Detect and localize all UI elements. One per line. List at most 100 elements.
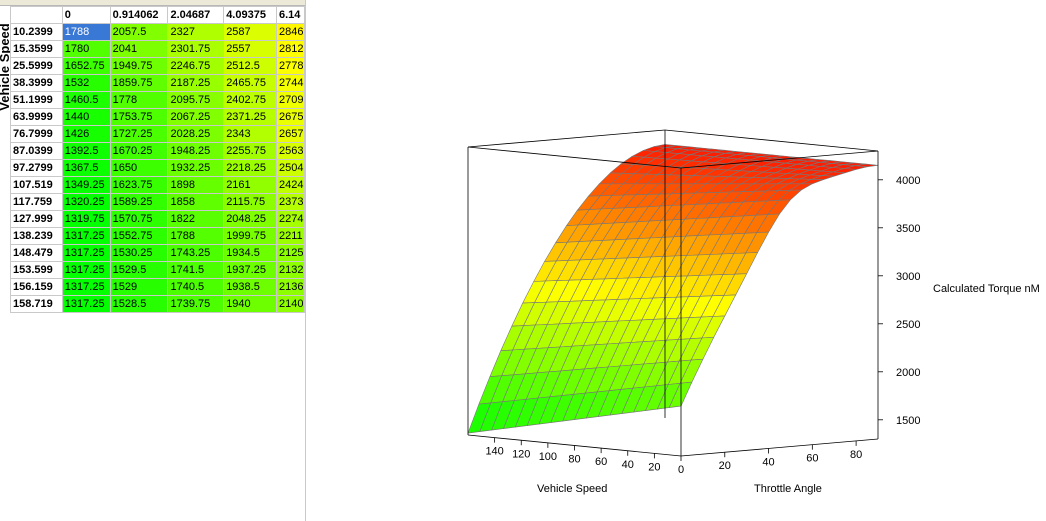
table-cell[interactable]: 1623.75 (109, 176, 169, 194)
table-cell[interactable]: 1530.25 (109, 244, 169, 262)
table-cell[interactable]: 2709 (275, 91, 305, 109)
table-cell[interactable]: 1440 (61, 108, 111, 126)
row-header[interactable]: 148.479 (10, 244, 63, 262)
row-header[interactable]: 51.1999 (10, 91, 63, 109)
surface-plot[interactable]: 1500 2000 2500 3000 3500 4000 20 40 60 80 100 120 14… (313, 0, 1046, 521)
table-cell[interactable]: 1858 (167, 193, 225, 211)
table-cell[interactable]: 2563 (275, 142, 305, 160)
row-header[interactable]: 107.519 (10, 176, 63, 194)
table-cell[interactable]: 1780 (61, 40, 111, 58)
table-cell[interactable]: 1743.25 (167, 244, 225, 262)
row-header[interactable]: 87.0399 (10, 142, 63, 160)
table-cell[interactable]: 2301.75 (167, 40, 225, 58)
table-cell[interactable]: 1650 (109, 159, 169, 177)
table-cell[interactable]: 1528.5 (109, 295, 169, 313)
table-cell[interactable]: 1940 (223, 295, 277, 313)
table-cell[interactable]: 1319.75 (61, 210, 111, 228)
row-header[interactable]: 156.159 (10, 278, 63, 296)
table-cell[interactable]: 2136 (275, 278, 305, 296)
table-cell[interactable]: 1859.75 (109, 74, 169, 92)
table-cell[interactable]: 2657 (275, 125, 305, 143)
table-cell[interactable]: 1426 (61, 125, 111, 143)
table-cell[interactable]: 1934.5 (223, 244, 277, 262)
table-cell[interactable]: 1949.75 (109, 57, 169, 75)
table-cell[interactable]: 2274 (275, 210, 305, 228)
row-header[interactable]: 97.2799 (10, 159, 63, 177)
table-cell[interactable]: 1727.25 (109, 125, 169, 143)
table-cell[interactable]: 1898 (167, 176, 225, 194)
table-cell[interactable]: 2048.25 (223, 210, 277, 228)
table-cell[interactable]: 2373 (275, 193, 305, 211)
table-cell[interactable]: 1741.5 (167, 261, 225, 279)
row-header[interactable]: 158.719 (10, 295, 63, 313)
table-cell[interactable]: 1938.5 (223, 278, 277, 296)
table-cell[interactable]: 1349.25 (61, 176, 111, 194)
table-cell[interactable]: 2067.25 (167, 108, 225, 126)
table-cell[interactable]: 2041 (109, 40, 169, 58)
row-header[interactable]: 38.3999 (10, 74, 63, 92)
table-cell[interactable]: 1532 (61, 74, 111, 92)
table-cell[interactable]: 1589.25 (109, 193, 169, 211)
col-header[interactable]: 0 (61, 6, 111, 24)
table-cell[interactable]: 2402.75 (223, 91, 277, 109)
table-cell[interactable]: 2504 (275, 159, 305, 177)
table-cell[interactable]: 2343 (223, 125, 277, 143)
col-header[interactable]: 4.09375 (223, 6, 277, 24)
table-cell[interactable]: 2812 (275, 40, 305, 58)
table-cell[interactable]: 2246.75 (167, 57, 225, 75)
table-cell[interactable]: 2424 (275, 176, 305, 194)
table-cell[interactable]: 1367.5 (61, 159, 111, 177)
table-cell[interactable]: 1778 (109, 91, 169, 109)
table-cell[interactable]: 2095.75 (167, 91, 225, 109)
table-cell[interactable]: 1317.25 (61, 295, 111, 313)
table-cell[interactable]: 2465.75 (223, 74, 277, 92)
table-cell[interactable]: 1788 (61, 23, 111, 41)
table-cell[interactable]: 2512.5 (223, 57, 277, 75)
table-cell[interactable]: 1652.75 (61, 57, 111, 75)
table-cell[interactable]: 1670.25 (109, 142, 169, 160)
col-header[interactable]: 0.914062 (109, 6, 169, 24)
table-cell[interactable]: 2587 (223, 23, 277, 41)
table-cell[interactable]: 1740.5 (167, 278, 225, 296)
row-header[interactable]: 117.759 (10, 193, 63, 211)
table-cell[interactable]: 1999.75 (223, 227, 277, 245)
table-cell[interactable]: 2675 (275, 108, 305, 126)
col-header[interactable]: 6.14 (275, 6, 305, 24)
row-header[interactable]: 138.239 (10, 227, 63, 245)
row-header[interactable]: 25.5999 (10, 57, 63, 75)
table-cell[interactable]: 1320.25 (61, 193, 111, 211)
table-cell[interactable]: 1529.5 (109, 261, 169, 279)
table-cell[interactable]: 2115.75 (223, 193, 277, 211)
row-header[interactable]: 153.599 (10, 261, 63, 279)
table-cell[interactable]: 2125 (275, 244, 305, 262)
table-cell[interactable]: 1570.75 (109, 210, 169, 228)
row-header[interactable]: 127.999 (10, 210, 63, 228)
table-cell[interactable]: 2211 (275, 227, 305, 245)
table-cell[interactable]: 1317.25 (61, 261, 111, 279)
table-cell[interactable]: 1948.25 (167, 142, 225, 160)
row-header[interactable]: 63.9999 (10, 108, 63, 126)
table-cell[interactable]: 1822 (167, 210, 225, 228)
table-cell[interactable]: 1392.5 (61, 142, 111, 160)
table-cell[interactable]: 2187.25 (167, 74, 225, 92)
row-header[interactable]: 15.3599 (10, 40, 63, 58)
table-cell[interactable]: 2057.5 (109, 23, 169, 41)
table-cell[interactable]: 2255.75 (223, 142, 277, 160)
table-cell[interactable]: 2846 (275, 23, 305, 41)
table-cell[interactable]: 2161 (223, 176, 277, 194)
table-cell[interactable]: 2557 (223, 40, 277, 58)
table-cell[interactable]: 1753.75 (109, 108, 169, 126)
table-cell[interactable]: 1317.25 (61, 244, 111, 262)
table-cell[interactable]: 1739.75 (167, 295, 225, 313)
table-cell[interactable]: 2327 (167, 23, 225, 41)
vertical-scrollbar[interactable] (305, 0, 306, 521)
table-cell[interactable]: 1460.5 (61, 91, 111, 109)
row-header[interactable]: 10.2399 (10, 23, 63, 41)
table-cell[interactable]: 2028.25 (167, 125, 225, 143)
table-cell[interactable]: 2744 (275, 74, 305, 92)
col-header[interactable]: 2.04687 (167, 6, 225, 24)
table-cell[interactable]: 1317.25 (61, 278, 111, 296)
table-cell[interactable]: 1529 (109, 278, 169, 296)
row-header[interactable]: 76.7999 (10, 125, 63, 143)
table-cell[interactable]: 1788 (167, 227, 225, 245)
